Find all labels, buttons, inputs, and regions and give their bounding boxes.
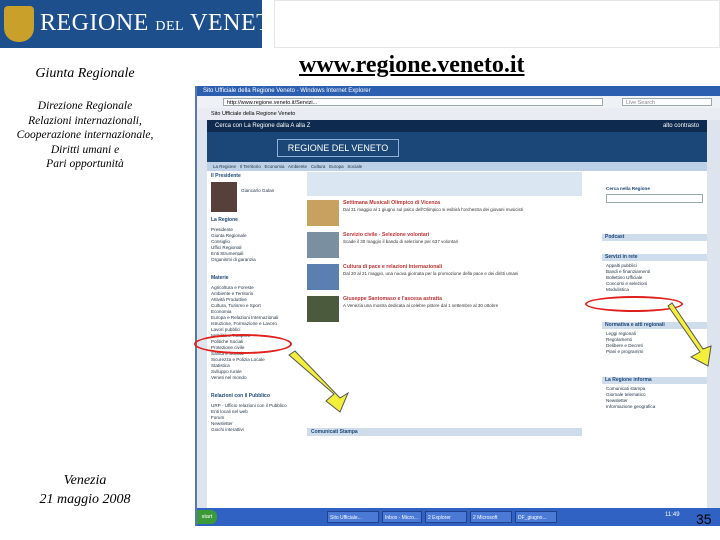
page-number: 35 <box>696 511 712 527</box>
arrows-layer <box>288 302 712 413</box>
arrow-left-icon <box>288 350 350 413</box>
arrow-right-icon <box>667 302 712 367</box>
